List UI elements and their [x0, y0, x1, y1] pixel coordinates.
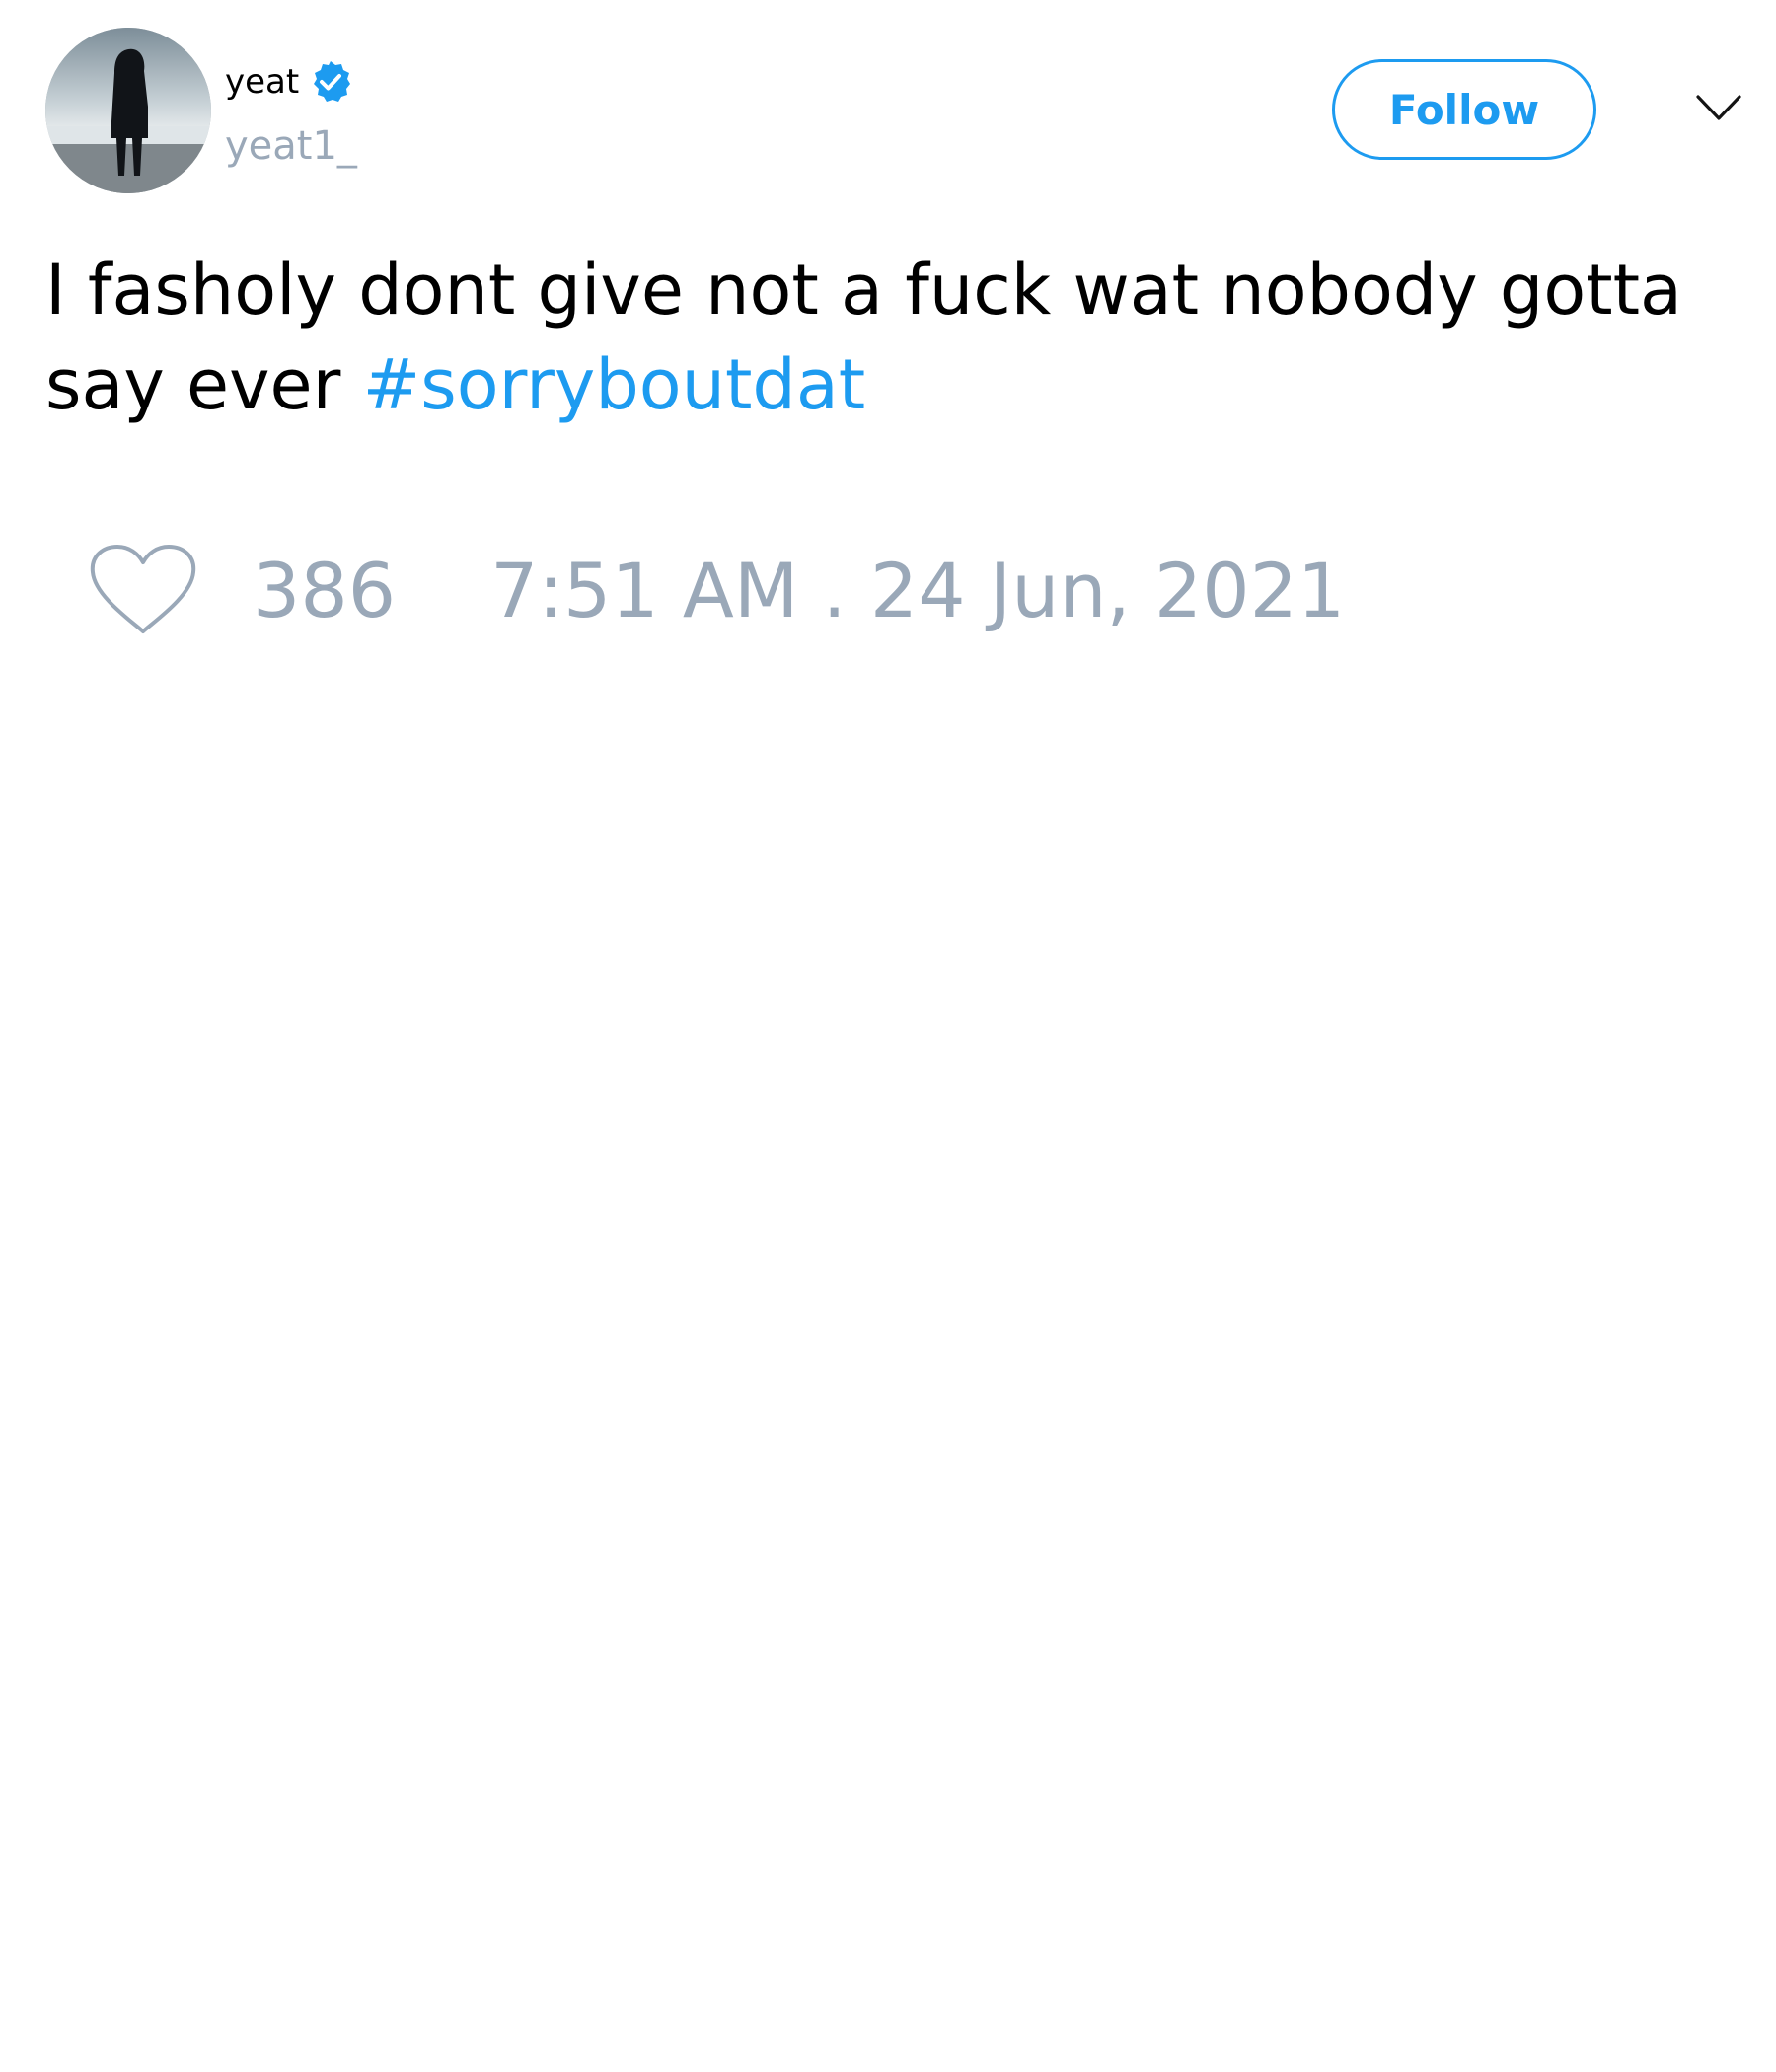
like-count: 386 — [253, 546, 397, 634]
tweet-card: yeat yeat1_ Follow I fasholy dont give n… — [0, 0, 1776, 2072]
avatar[interactable] — [45, 28, 211, 193]
chevron-down-icon[interactable] — [1695, 91, 1742, 126]
display-name[interactable]: yeat — [225, 62, 299, 102]
tweet-text: I fasholy dont give not a fuck wat nobod… — [45, 243, 1723, 432]
verified-badge-icon — [314, 61, 351, 102]
heart-icon[interactable] — [89, 543, 197, 637]
hashtag-link[interactable]: #sorryboutdat — [363, 344, 866, 425]
follow-button[interactable]: Follow — [1332, 59, 1596, 160]
tweet-footer: 386 7:51 AM . 24 Jun, 2021 — [89, 543, 1345, 637]
user-handle[interactable]: yeat1_ — [225, 123, 357, 169]
avatar-image — [45, 28, 211, 193]
timestamp[interactable]: 7:51 AM . 24 Jun, 2021 — [490, 547, 1345, 634]
display-name-row: yeat — [225, 57, 354, 107]
